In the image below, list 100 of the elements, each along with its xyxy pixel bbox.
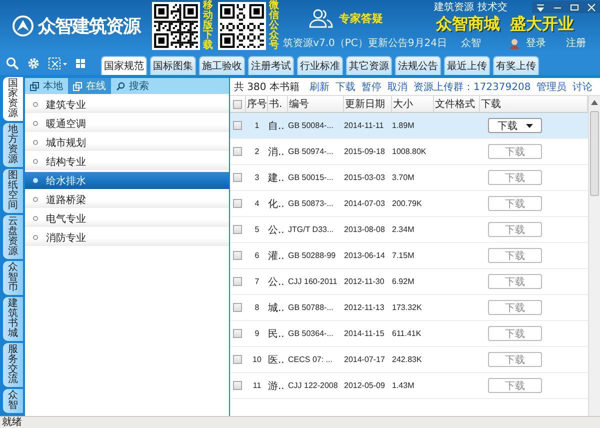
row-checkbox[interactable] bbox=[233, 303, 242, 312]
row-checkbox[interactable] bbox=[233, 329, 242, 338]
column-header[interactable]: 更新日期 bbox=[344, 96, 392, 112]
source-tab[interactable]: 本地 bbox=[25, 78, 68, 94]
row-checkbox[interactable] bbox=[233, 173, 242, 182]
arrow-up-icon[interactable] bbox=[591, 100, 598, 105]
side-tab[interactable]: 建筑书城 bbox=[3, 297, 23, 341]
category-tab[interactable]: 最近上传 bbox=[444, 56, 490, 75]
action-link[interactable]: 下载 bbox=[335, 80, 356, 94]
download-button[interactable]: 下载 bbox=[488, 248, 542, 263]
table-cell-text: 5 bbox=[254, 225, 260, 234]
column-header[interactable]: 文件格式 bbox=[434, 96, 480, 112]
grid-icon[interactable] bbox=[76, 57, 85, 70]
table-cell-text: 611.41K bbox=[392, 329, 422, 338]
table-cell-text: 民.. bbox=[268, 328, 286, 340]
table-cell-text: CECS 07: ... bbox=[288, 355, 334, 364]
table-cell-text: 4 bbox=[254, 199, 260, 208]
table-row[interactable]: 4 化.. GB 50873-... 2014-07-03 200.79K 下载 bbox=[230, 191, 588, 217]
table-row[interactable]: 3 建.. GB 50015-... 2015-03-03 3.70M 下载 bbox=[230, 165, 588, 191]
side-tab[interactable]: 众智 bbox=[3, 389, 23, 413]
download-button[interactable]: 下载 bbox=[488, 222, 542, 237]
side-tab[interactable]: 服务交流 bbox=[3, 343, 23, 387]
table-cell-text: 1.43M bbox=[392, 381, 416, 390]
table-cell-text: 2012-11-30 bbox=[344, 277, 386, 286]
table-row[interactable]: 6 灌.. GB 50288-99 2013-06-14 7.15M 下载 bbox=[230, 243, 588, 269]
table-row[interactable]: 7 公.. CJJ 160-2011 2012-11-30 6.92M 下载 bbox=[230, 269, 588, 295]
table-cell-text: 2013-06-14 bbox=[344, 251, 386, 260]
table-row[interactable]: 8 城.. GB 50788-... 2012-11-13 173.32K 下载 bbox=[230, 295, 588, 321]
download-button[interactable]: 下载 bbox=[488, 170, 542, 185]
logo-icon bbox=[12, 15, 34, 37]
row-checkbox[interactable] bbox=[233, 199, 242, 208]
table-row[interactable]: 5 公.. JTG/T D33... 2013-08-08 2.34M 下载 bbox=[230, 217, 588, 243]
register-link[interactable]: 注册 bbox=[566, 36, 586, 50]
side-tab[interactable]: 地方资源 bbox=[3, 123, 23, 167]
category-tab[interactable]: 有奖上传 bbox=[493, 56, 539, 75]
download-button[interactable]: 下载 bbox=[488, 378, 542, 393]
qr-code-icon bbox=[151, 2, 202, 50]
search-icon[interactable] bbox=[6, 57, 19, 70]
row-checkbox[interactable] bbox=[233, 381, 242, 390]
category-tab[interactable]: 法规公告 bbox=[395, 56, 441, 75]
column-header[interactable]: 序号 bbox=[246, 96, 268, 112]
row-checkbox[interactable] bbox=[233, 355, 242, 364]
login-link[interactable]: 登录 bbox=[526, 36, 546, 50]
table-row[interactable]: 11 游.. CJJ 122-2008 2012-05-09 1.43M 下载 bbox=[230, 373, 588, 399]
download-button[interactable]: 下载 bbox=[488, 326, 542, 341]
people-icon[interactable] bbox=[309, 8, 334, 28]
row-checkbox[interactable] bbox=[233, 251, 242, 260]
action-link[interactable]: 暂停 bbox=[361, 80, 382, 94]
action-link[interactable]: 刷新 bbox=[309, 80, 330, 94]
table-row[interactable]: 10 医.. CECS 07: ... 2014-07-17 242.83K 下载 bbox=[230, 347, 588, 373]
action-link[interactable]: 讨论 bbox=[572, 80, 593, 94]
action-link[interactable]: 管理员 bbox=[536, 80, 567, 94]
expert-label[interactable]: 专家答疑 bbox=[339, 10, 384, 26]
row-checkbox[interactable] bbox=[233, 121, 242, 130]
column-header[interactable]: 大小 bbox=[392, 96, 434, 112]
table-cell-text: 2 bbox=[254, 147, 260, 156]
settings-icon[interactable] bbox=[27, 57, 40, 70]
table-cell-text: 自.. bbox=[268, 120, 286, 132]
source-tab[interactable]: 搜索 bbox=[111, 78, 154, 94]
side-tab[interactable]: 国家资源 bbox=[3, 77, 23, 121]
category-item[interactable]: 给水排水 bbox=[25, 172, 229, 189]
column-header[interactable]: 编号 bbox=[288, 96, 344, 112]
side-tab[interactable]: 图纸空间 bbox=[3, 169, 23, 213]
download-button[interactable]: 下载 bbox=[488, 118, 542, 133]
table-row[interactable]: 9 民.. GB 50364-... 2014-11-15 611.41K 下载 bbox=[230, 321, 588, 347]
category-tab[interactable]: 国标图集 bbox=[150, 56, 196, 75]
table-cell-text: GB 50015-... bbox=[288, 173, 334, 182]
scrollbar[interactable] bbox=[588, 96, 600, 416]
table-cell-text: 6.92M bbox=[392, 277, 416, 286]
table-cell-text: 灌.. bbox=[268, 250, 286, 262]
select-all-checkbox[interactable] bbox=[233, 100, 242, 108]
side-tab[interactable]: 众智币 bbox=[3, 261, 23, 295]
table-cell-text: 10 bbox=[252, 355, 262, 364]
side-tab[interactable]: 云盘资源 bbox=[3, 215, 23, 259]
category-tab[interactable]: 注册考试 bbox=[248, 56, 294, 75]
scroll-thumb[interactable] bbox=[590, 111, 599, 196]
category-tab[interactable]: 国家规范 bbox=[101, 56, 147, 75]
download-button[interactable]: 下载 bbox=[488, 144, 542, 159]
notice-text[interactable]: 筑资源v7.0（PC）更新公告9月24日 bbox=[283, 36, 447, 50]
table-cell-text: 200.79K bbox=[392, 199, 423, 208]
row-checkbox[interactable] bbox=[233, 277, 242, 286]
table-cell-text: GB 50873-... bbox=[288, 199, 334, 208]
row-checkbox[interactable] bbox=[233, 147, 242, 156]
download-button[interactable]: 下载 bbox=[488, 352, 542, 367]
row-checkbox[interactable] bbox=[233, 225, 242, 234]
category-tab[interactable]: 其它资源 bbox=[346, 56, 392, 75]
download-button[interactable]: 下载 bbox=[488, 274, 542, 289]
action-link[interactable]: 资源上传群：172379208 bbox=[413, 80, 531, 94]
column-header[interactable]: 书. bbox=[268, 96, 288, 112]
download-button[interactable]: 下载 bbox=[488, 300, 542, 315]
table-row[interactable]: 1 自.. GB 50084-... 2014-11-11 1.89M 下载 bbox=[230, 113, 588, 139]
action-link[interactable]: 取消 bbox=[387, 80, 408, 94]
category-tab[interactable]: 行业标准 bbox=[297, 56, 343, 75]
download-button[interactable]: 下载 bbox=[488, 196, 542, 211]
table-cell-text: CJJ 122-2008 bbox=[288, 381, 339, 390]
category-tab[interactable]: 施工验收 bbox=[199, 56, 245, 75]
promo-text: 众智商城 bbox=[436, 14, 500, 35]
table-cell-text: 2014-11-11 bbox=[344, 121, 385, 130]
table-cell-text: 3.70M bbox=[392, 173, 416, 182]
table-row[interactable]: 2 消.. GB 50974-... 2015-09-18 1008.80K 下载 bbox=[230, 139, 588, 165]
